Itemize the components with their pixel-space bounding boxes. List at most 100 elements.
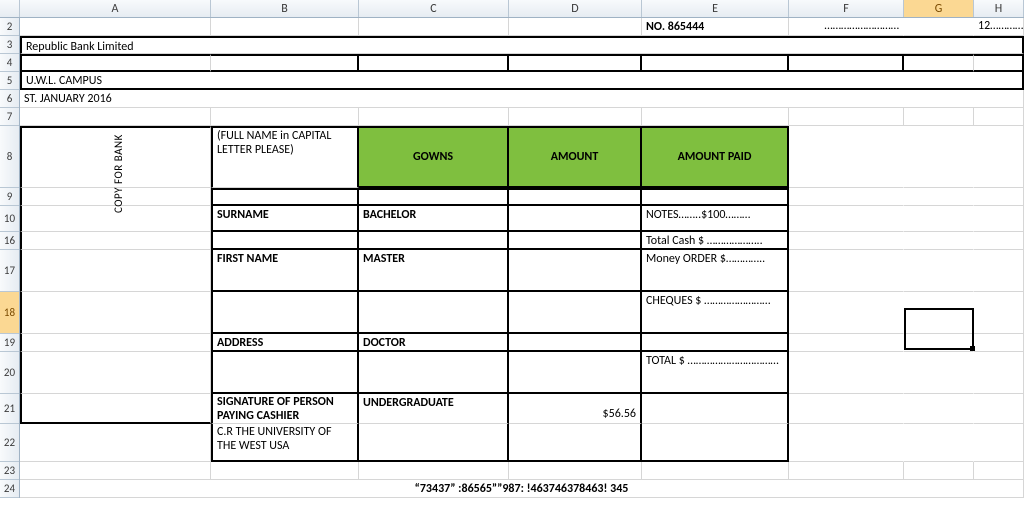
cell-G19[interactable]	[904, 334, 974, 352]
row-header-10[interactable]: 10	[0, 206, 19, 232]
address-label[interactable]: ADDRESS	[211, 334, 359, 352]
cell-D2[interactable]	[509, 18, 642, 36]
cell-F23[interactable]	[789, 462, 904, 480]
year-suffix[interactable]: 12……………	[974, 18, 1024, 36]
cell-D22[interactable]	[509, 424, 642, 462]
cell-C16[interactable]	[359, 232, 509, 250]
cell-E7[interactable]	[642, 108, 789, 126]
money-order[interactable]: Money ORDER $…………..	[642, 250, 789, 292]
cell-D4[interactable]	[509, 54, 642, 72]
total-line[interactable]: TOTAL $ ……………………………	[642, 352, 789, 394]
cell-B16[interactable]	[211, 232, 359, 250]
cell-A18[interactable]	[20, 292, 211, 334]
cell-F8[interactable]	[789, 126, 904, 188]
row-header-22[interactable]: 22	[0, 424, 19, 462]
signature-label[interactable]: SIGNATURE OF PERSON PAYING CASHIER	[211, 394, 359, 424]
cell-E9[interactable]	[642, 188, 789, 206]
cell-E21[interactable]	[642, 394, 789, 424]
row-header-2[interactable]: 2	[0, 18, 19, 36]
cell-H20[interactable]	[974, 352, 1024, 394]
surname-label[interactable]: SURNAME	[211, 206, 359, 232]
cell-B4[interactable]	[211, 54, 359, 72]
firstname-label[interactable]: FIRST NAME	[211, 250, 359, 292]
amount-value[interactable]: $56.56	[509, 394, 642, 424]
cell-E4[interactable]	[642, 54, 789, 72]
row-header-9[interactable]: 9	[0, 188, 19, 206]
col-header-F[interactable]: F	[789, 0, 904, 17]
cell-D19[interactable]	[509, 334, 642, 352]
row-header-4[interactable]: 4	[0, 54, 19, 72]
row-header-7[interactable]: 7	[0, 108, 19, 126]
col-header-C[interactable]: C	[359, 0, 509, 17]
cheques-line[interactable]: CHEQUES $ ……………………	[642, 292, 789, 334]
cell-C7[interactable]	[359, 108, 509, 126]
cell-C2[interactable]	[359, 18, 509, 36]
col-header-G[interactable]: G	[904, 0, 974, 17]
cell-G2[interactable]	[904, 18, 974, 36]
name-label[interactable]: (FULL NAME in CAPITAL LETTER PLEASE)	[211, 126, 359, 188]
cell-H9[interactable]	[974, 188, 1024, 206]
row-header-20[interactable]: 20	[0, 352, 19, 394]
cell-F9[interactable]	[789, 188, 904, 206]
row-header-5[interactable]: 5	[0, 72, 19, 90]
cell-D23[interactable]	[509, 462, 642, 480]
cell-H22[interactable]	[974, 424, 1024, 462]
cell-H18[interactable]	[974, 292, 1024, 334]
col-header-B[interactable]: B	[211, 0, 359, 17]
cell-F17[interactable]	[789, 250, 904, 292]
cell-A2[interactable]	[20, 18, 211, 36]
cell-G7[interactable]	[904, 108, 974, 126]
date-line[interactable]: ST. JANUARY 2016	[20, 90, 1024, 108]
cell-F22[interactable]	[789, 424, 904, 462]
cell-G17[interactable]	[904, 250, 974, 292]
cell-G9[interactable]	[904, 188, 974, 206]
cell-H4[interactable]	[974, 54, 1024, 72]
notes-line[interactable]: NOTES……..$100………	[642, 206, 789, 232]
cell-B23[interactable]	[211, 462, 359, 480]
cell-F18[interactable]	[789, 292, 904, 334]
cell-E19[interactable]	[642, 334, 789, 352]
grid-body[interactable]: NO. 865444 ……………………… 12…………… Republic Ba…	[20, 18, 1024, 518]
cell-B7[interactable]	[211, 108, 359, 126]
cell-D10[interactable]	[509, 206, 642, 232]
col-header-A[interactable]: A	[20, 0, 211, 17]
cell-B18[interactable]	[211, 292, 359, 334]
row-header-24[interactable]: 24	[0, 480, 19, 498]
cell-C9[interactable]	[359, 188, 509, 206]
row-header-19[interactable]: 19	[0, 334, 19, 352]
cell-F20[interactable]	[789, 352, 904, 394]
campus-line[interactable]: U.W.L. CAMPUS	[20, 72, 1024, 90]
cell-D20[interactable]	[509, 352, 642, 394]
cell-D17[interactable]	[509, 250, 642, 292]
row-header-18[interactable]: 18	[0, 292, 19, 334]
cell-H21[interactable]	[974, 394, 1024, 424]
cell-A7[interactable]	[20, 108, 211, 126]
col-header-E[interactable]: E	[642, 0, 789, 17]
doctor-label[interactable]: DOCTOR	[359, 334, 509, 352]
cell-G8[interactable]	[904, 126, 974, 188]
cell-B9[interactable]	[211, 188, 359, 206]
row-header-17[interactable]: 17	[0, 250, 19, 292]
cell-D9[interactable]	[509, 188, 642, 206]
row-header-8[interactable]: 8	[0, 126, 19, 188]
bachelor-label[interactable]: BACHELOR	[359, 206, 509, 232]
master-label[interactable]: MASTER	[359, 250, 509, 292]
cell-A4[interactable]	[20, 54, 211, 72]
cell-A20[interactable]	[20, 352, 211, 394]
cell-H16[interactable]	[974, 232, 1024, 250]
cell-H10[interactable]	[974, 206, 1024, 232]
cell-E23[interactable]	[642, 462, 789, 480]
select-all-corner[interactable]	[0, 0, 20, 17]
cell-B2[interactable]	[211, 18, 359, 36]
cell-G23[interactable]	[904, 462, 974, 480]
bank-line[interactable]: Republic Bank Limited	[20, 36, 1024, 54]
cell-H17[interactable]	[974, 250, 1024, 292]
cell-F7[interactable]	[789, 108, 904, 126]
row-header-16[interactable]: 16	[0, 232, 19, 250]
no-label[interactable]: NO. 865444	[642, 18, 789, 36]
cell-F19[interactable]	[789, 334, 904, 352]
cell-C23[interactable]	[359, 462, 509, 480]
cell-A19[interactable]	[20, 334, 211, 352]
cell-G10[interactable]	[904, 206, 974, 232]
row-header-21[interactable]: 21	[0, 394, 19, 424]
